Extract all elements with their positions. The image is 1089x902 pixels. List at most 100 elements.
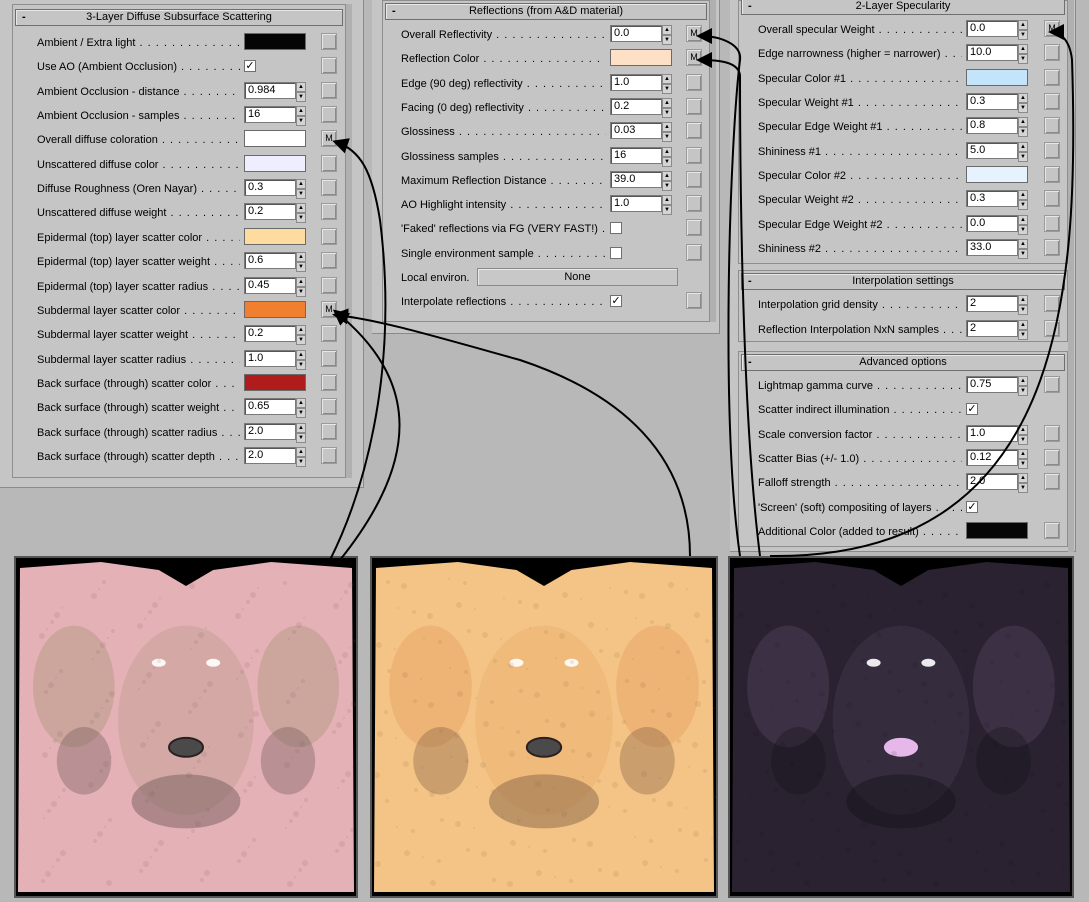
specular-color-1-map-slot[interactable] <box>1044 68 1060 86</box>
specular-edge-weight-1-spinner[interactable]: 0.8 ▲ ▼ <box>966 117 1028 138</box>
reflection-interpolation-nxn-samples-field[interactable]: 2 <box>966 319 1018 337</box>
spinner-arrows[interactable]: ▲ ▼ <box>1018 117 1028 138</box>
spinner-arrows[interactable]: ▲ ▼ <box>296 446 306 467</box>
spinner-up-icon[interactable]: ▲ <box>1018 214 1028 225</box>
falloff-strength-field[interactable]: 2.0 <box>966 473 1018 491</box>
shininess-1-field[interactable]: 5.0 <box>966 141 1018 159</box>
spinner-arrows[interactable]: ▲ ▼ <box>296 203 306 224</box>
spinner-down-icon[interactable]: ▼ <box>662 83 672 94</box>
subdermal-layer-scatter-radius-field[interactable]: 1.0 <box>244 349 296 367</box>
spinner-up-icon[interactable]: ▲ <box>1018 141 1028 152</box>
use-ao-ambient-occlusion-checkbox[interactable]: ✓ <box>244 60 256 73</box>
glossiness-field[interactable]: 0.03 <box>610 122 662 140</box>
spinner-arrows[interactable]: ▲ ▼ <box>296 422 306 443</box>
specular-color-1-swatch[interactable] <box>966 68 1028 86</box>
ambient-extra-light-swatch[interactable] <box>244 33 306 50</box>
spinner-arrows[interactable]: ▲ ▼ <box>662 122 672 143</box>
specular-edge-weight-1-map-slot[interactable] <box>1044 117 1060 135</box>
spinner-arrows[interactable]: ▲ ▼ <box>1018 376 1028 396</box>
overall-specular-weight-field[interactable]: 0.0 <box>966 20 1018 37</box>
collapse-icon[interactable]: - <box>22 10 26 25</box>
spinner-down-icon[interactable]: ▼ <box>662 107 672 118</box>
reflection-color-map-slot[interactable]: M <box>686 49 702 67</box>
spinner-down-icon[interactable]: ▼ <box>1018 200 1028 211</box>
unscattered-diffuse-color-swatch[interactable] <box>244 154 306 172</box>
scatter-bias-1-0-map-slot[interactable] <box>1044 448 1060 466</box>
spinner-down-icon[interactable]: ▼ <box>296 91 306 102</box>
overall-diffuse-coloration-swatch[interactable] <box>244 130 306 148</box>
glossiness-map-slot[interactable] <box>686 122 702 140</box>
overall-reflectivity-spinner[interactable]: 0.0 ▲ ▼ <box>610 25 672 45</box>
spinner-down-icon[interactable]: ▼ <box>1018 483 1028 494</box>
reflection-interpolation-nxn-samples-spinner[interactable]: 2 ▲ ▼ <box>966 319 1028 340</box>
specular-weight-2-field[interactable]: 0.3 <box>966 190 1018 208</box>
unscattered-diffuse-color-map-slot[interactable] <box>321 154 337 172</box>
lightmap-gamma-curve-field[interactable]: 0.75 <box>966 376 1018 393</box>
ambient-occlusion-samples-spinner[interactable]: 16 ▲ ▼ <box>244 106 306 127</box>
ao-highlight-intensity-map-slot[interactable] <box>686 195 702 213</box>
edge-90-deg-reflectivity-map-slot[interactable] <box>686 73 702 91</box>
edge-90-deg-reflectivity-spinner[interactable]: 1.0 ▲ ▼ <box>610 73 672 94</box>
overall-specular-weight-map-slot[interactable]: M <box>1044 20 1060 37</box>
spinner-arrows[interactable]: ▲ ▼ <box>1018 239 1028 260</box>
collapse-icon[interactable]: - <box>748 355 752 370</box>
spinner-down-icon[interactable]: ▼ <box>1018 127 1028 138</box>
additional-color-added-to-result-swatch[interactable] <box>966 521 1028 539</box>
spinner-arrows[interactable]: ▲ ▼ <box>296 398 306 419</box>
spinner-up-icon[interactable]: ▲ <box>296 179 306 190</box>
epidermal-top-layer-scatter-radius-field[interactable]: 0.45 <box>244 276 296 294</box>
spinner-down-icon[interactable]: ▼ <box>662 132 672 143</box>
diffuse-roughness-oren-nayar-map-slot[interactable] <box>321 179 337 197</box>
diffuse-roughness-oren-nayar-spinner[interactable]: 0.3 ▲ ▼ <box>244 179 306 200</box>
falloff-strength-map-slot[interactable] <box>1044 473 1060 491</box>
spinner-arrows[interactable]: ▲ ▼ <box>296 179 306 200</box>
maximum-reflection-distance-spinner[interactable]: 39.0 ▲ ▼ <box>610 170 672 191</box>
spinner-down-icon[interactable]: ▼ <box>296 189 306 200</box>
spinner-down-icon[interactable]: ▼ <box>662 180 672 191</box>
collapse-icon[interactable]: - <box>748 274 752 289</box>
scale-conversion-factor-spinner[interactable]: 1.0 ▲ ▼ <box>966 424 1028 445</box>
glossiness-samples-spinner[interactable]: 16 ▲ ▼ <box>610 146 672 167</box>
subdermal-layer-scatter-color-swatch[interactable] <box>244 300 306 318</box>
spinner-up-icon[interactable]: ▲ <box>1018 117 1028 128</box>
spinner-arrows[interactable]: ▲ ▼ <box>662 146 672 167</box>
use-ao-ambient-occlusion-map-slot[interactable] <box>321 57 337 75</box>
spinner-down-icon[interactable]: ▼ <box>296 286 306 297</box>
spinner-arrows[interactable]: ▲ ▼ <box>1018 473 1028 494</box>
spinner-down-icon[interactable]: ▼ <box>1018 249 1028 260</box>
spinner-up-icon[interactable]: ▲ <box>1018 20 1028 30</box>
spinner-down-icon[interactable]: ▼ <box>1018 434 1028 445</box>
diffuse-roughness-oren-nayar-field[interactable]: 0.3 <box>244 179 296 197</box>
spinner-up-icon[interactable]: ▲ <box>296 252 306 263</box>
spinner-arrows[interactable]: ▲ ▼ <box>662 97 672 118</box>
specular-weight-2-spinner[interactable]: 0.3 ▲ ▼ <box>966 190 1028 211</box>
spinner-up-icon[interactable]: ▲ <box>1018 295 1028 305</box>
spinner-down-icon[interactable]: ▼ <box>296 456 306 467</box>
spinner-up-icon[interactable]: ▲ <box>296 349 306 360</box>
sss-scrollbar[interactable] <box>346 4 352 478</box>
local-environ-map-button[interactable]: None <box>477 268 678 286</box>
ambient-occlusion-samples-field[interactable]: 16 <box>244 106 296 124</box>
overall-diffuse-coloration-map-slot[interactable]: M <box>321 130 337 148</box>
lightmap-gamma-curve-map-slot[interactable] <box>1044 376 1060 393</box>
spinner-up-icon[interactable]: ▲ <box>662 73 672 84</box>
scale-conversion-factor-field[interactable]: 1.0 <box>966 424 1018 442</box>
spinner-down-icon[interactable]: ▼ <box>1018 386 1028 396</box>
ambient-occlusion-distance-spinner[interactable]: 0.984 ▲ ▼ <box>244 81 306 102</box>
single-environment-sample-map-slot[interactable] <box>686 243 702 261</box>
subdermal-layer-scatter-color-map-slot[interactable]: M <box>321 300 337 318</box>
specular-edge-weight-2-map-slot[interactable] <box>1044 214 1060 232</box>
back-surface-through-scatter-radius-map-slot[interactable] <box>321 422 337 440</box>
facing-0-deg-reflectivity-map-slot[interactable] <box>686 97 702 115</box>
spinner-up-icon[interactable]: ▲ <box>1018 448 1028 459</box>
back-surface-through-scatter-weight-spinner[interactable]: 0.65 ▲ ▼ <box>244 398 306 419</box>
spinner-down-icon[interactable]: ▼ <box>296 432 306 443</box>
sss-rollout-header[interactable]: - 3-Layer Diffuse Subsurface Scattering <box>15 9 343 26</box>
spinner-down-icon[interactable]: ▼ <box>1018 30 1028 40</box>
back-surface-through-scatter-radius-spinner[interactable]: 2.0 ▲ ▼ <box>244 422 306 443</box>
specular-edge-weight-2-field[interactable]: 0.0 <box>966 214 1018 232</box>
spinner-up-icon[interactable]: ▲ <box>662 195 672 206</box>
facing-0-deg-reflectivity-spinner[interactable]: 0.2 ▲ ▼ <box>610 97 672 118</box>
spinner-arrows[interactable]: ▲ ▼ <box>662 25 672 45</box>
advanced-rollout-header[interactable]: - Advanced options <box>741 354 1065 371</box>
